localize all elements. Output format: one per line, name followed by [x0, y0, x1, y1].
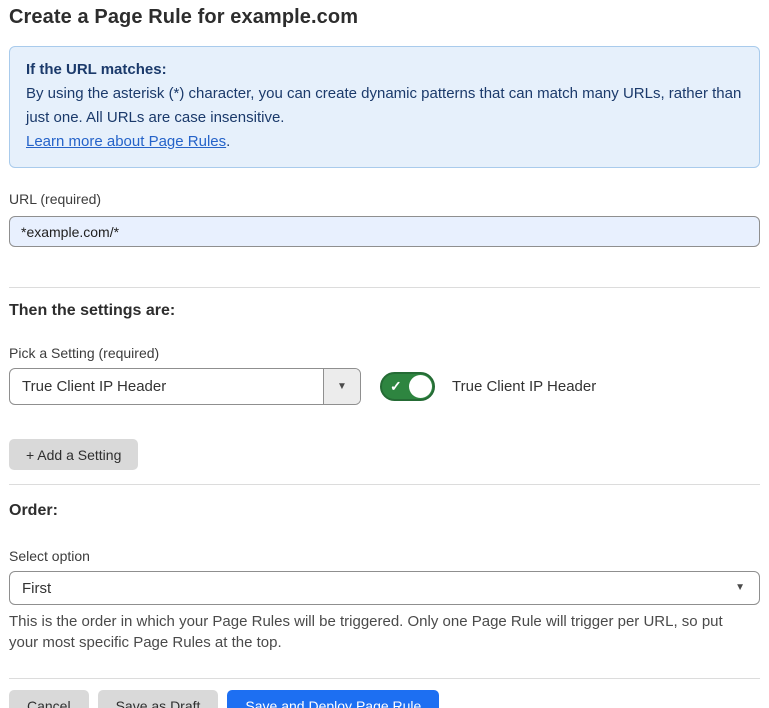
setting-toggle[interactable]: ✓ — [380, 372, 435, 401]
order-help-text: This is the order in which your Page Rul… — [9, 611, 749, 653]
setting-row: True Client IP Header ▼ ✓ True Client IP… — [9, 368, 760, 405]
page-title: Create a Page Rule for example.com — [9, 6, 760, 29]
order-select[interactable]: First ▼ — [9, 571, 760, 605]
section-divider — [9, 287, 760, 288]
toggle-label: True Client IP Header — [452, 378, 596, 395]
order-select-label: Select option — [9, 548, 760, 564]
footer-divider — [9, 678, 760, 679]
info-box-link-line: Learn more about Page Rules. — [26, 130, 743, 154]
create-page-rule-form: Create a Page Rule for example.com If th… — [0, 0, 769, 708]
add-setting-button[interactable]: + Add a Setting — [9, 439, 138, 470]
check-icon: ✓ — [390, 378, 402, 395]
cancel-button[interactable]: Cancel — [9, 690, 89, 708]
order-section-heading: Order: — [9, 502, 760, 520]
url-match-info-box: If the URL matches: By using the asteris… — [9, 46, 760, 168]
chevron-down-icon: ▼ — [337, 382, 347, 392]
chevron-down-icon: ▼ — [735, 583, 745, 593]
link-suffix: . — [226, 133, 230, 150]
setting-dropdown-value: True Client IP Header — [10, 369, 323, 404]
section-divider — [9, 484, 760, 485]
setting-dropdown[interactable]: True Client IP Header ▼ — [9, 368, 361, 405]
setting-dropdown-arrow-button[interactable]: ▼ — [323, 369, 360, 404]
settings-section-heading: Then the settings are: — [9, 302, 760, 320]
toggle-knob — [409, 375, 432, 398]
save-as-draft-button[interactable]: Save as Draft — [98, 690, 219, 708]
learn-more-link[interactable]: Learn more about Page Rules — [26, 133, 226, 150]
info-box-body: By using the asterisk (*) character, you… — [26, 82, 743, 130]
footer-actions: Cancel Save as Draft Save and Deploy Pag… — [9, 690, 760, 708]
save-and-deploy-button[interactable]: Save and Deploy Page Rule — [227, 690, 439, 708]
order-select-value: First — [22, 580, 51, 597]
url-field-label: URL (required) — [9, 191, 760, 207]
info-box-heading: If the URL matches: — [26, 58, 743, 82]
pick-setting-label: Pick a Setting (required) — [9, 345, 760, 361]
url-input[interactable] — [9, 216, 760, 247]
